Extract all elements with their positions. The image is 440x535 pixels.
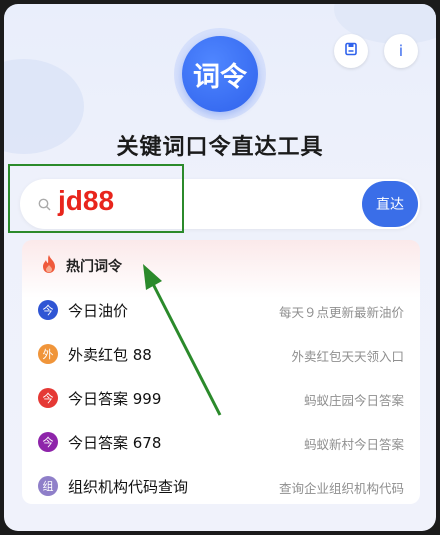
- annotation-arrow: [143, 264, 222, 416]
